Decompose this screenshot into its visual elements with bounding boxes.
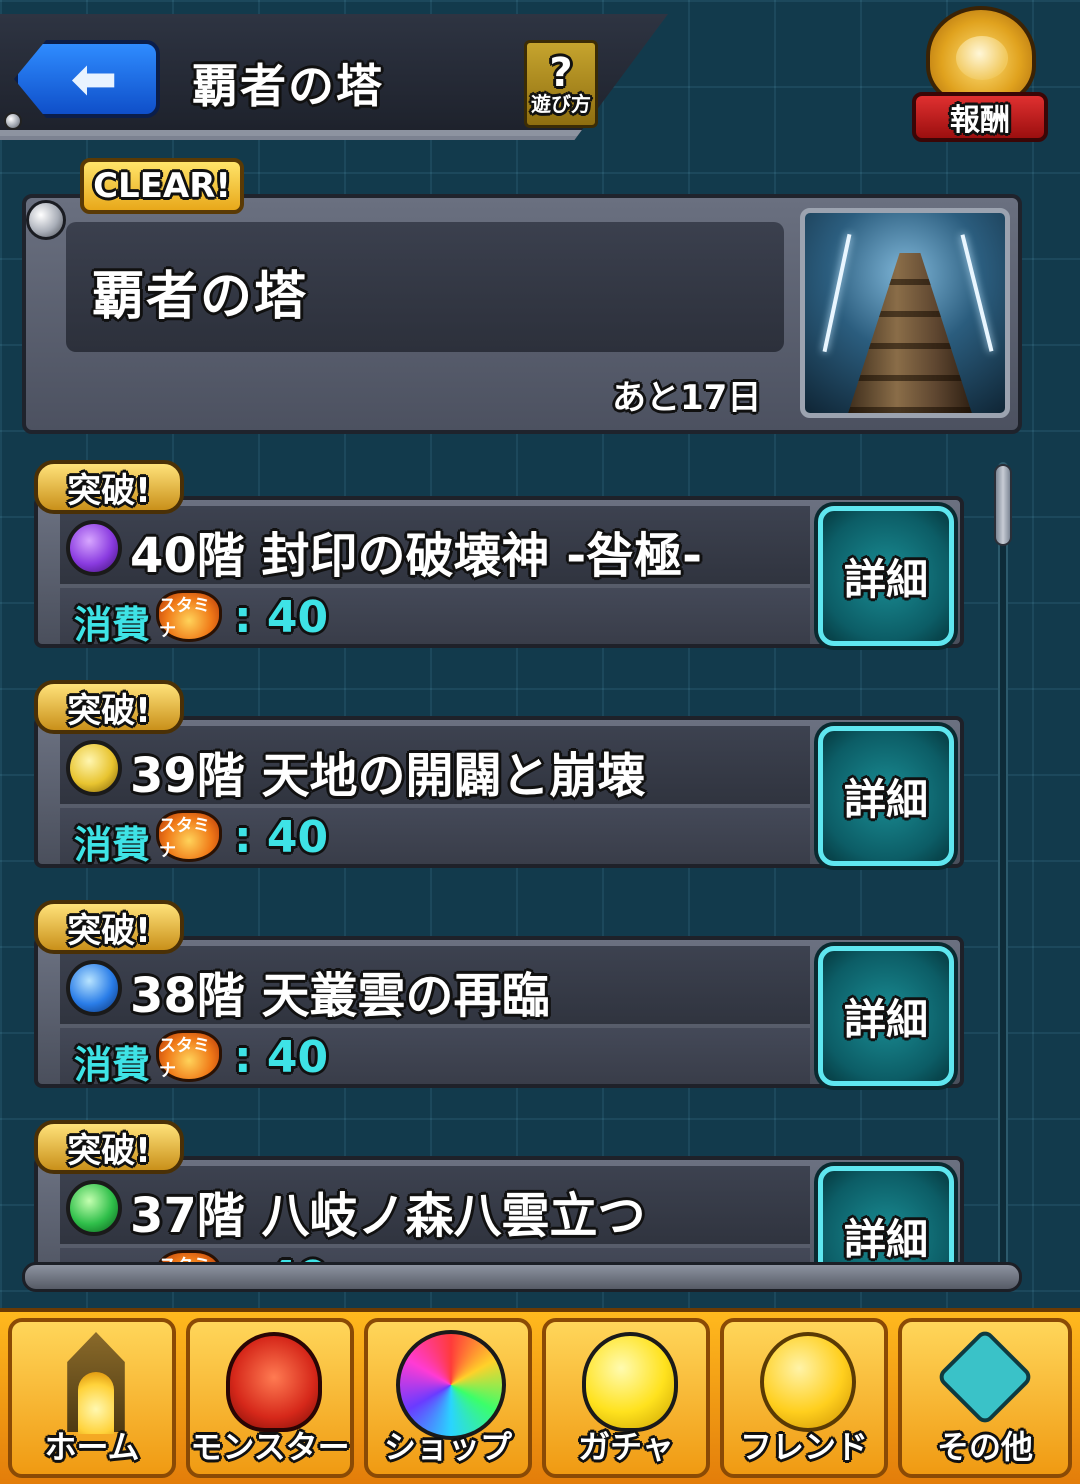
quest-remaining-days: あと17日 <box>612 378 762 418</box>
cost-value: : 40 <box>234 812 329 863</box>
monster-icon <box>226 1332 322 1432</box>
stamina-label: スタミナ <box>159 1036 210 1081</box>
breakthrough-badge: 突破! <box>34 460 184 514</box>
lightning-bolt <box>822 233 852 353</box>
floor-row[interactable]: 突破! 39階 天地の開闢と崩壊 消費 スタミナ : 40 詳細 <box>34 680 964 870</box>
detail-button[interactable]: 詳細 <box>818 506 954 646</box>
floor-row-body: 39階 天地の開闢と崩壊 消費 スタミナ : 40 詳細 <box>34 716 964 868</box>
nav-friend[interactable]: フレンド <box>720 1318 888 1478</box>
nav-label: モンスター <box>190 1428 350 1466</box>
breakthrough-badge: 突破! <box>34 1120 184 1174</box>
nav-monster[interactable]: モンスター <box>186 1318 354 1478</box>
stamina-icon: スタミナ <box>156 1030 222 1082</box>
nav-label: フレンド <box>739 1428 868 1466</box>
clear-badge: CLEAR! <box>80 158 244 214</box>
nav-label: その他 <box>936 1428 1033 1466</box>
dragon-emblem-icon <box>926 6 1036 106</box>
stamina-icon: スタミナ <box>156 810 222 862</box>
list-bottom-rail <box>22 1262 1022 1292</box>
floor-row-body: 40階 封印の破壊神 -咎極- 消費 スタミナ : 40 詳細 <box>34 496 964 648</box>
floor-row-body: 38階 天叢雲の再臨 消費 スタミナ : 40 詳細 <box>34 936 964 1088</box>
reward-button[interactable]: 報酬 <box>910 6 1050 144</box>
floor-title: 37階 八岐ノ森八雲立つ <box>130 1188 646 1244</box>
stamina-label: スタミナ <box>159 596 210 641</box>
cost-value: : 40 <box>234 592 329 643</box>
stamina-icon: スタミナ <box>156 590 222 642</box>
water-element-icon <box>66 960 122 1016</box>
cost-label: 消費 <box>74 1043 151 1087</box>
wood-element-icon <box>66 1180 122 1236</box>
nav-gacha[interactable]: ガチャ <box>542 1318 710 1478</box>
tower-bands <box>845 253 975 413</box>
nav-label: ホーム <box>44 1428 140 1466</box>
question-icon: ? <box>549 50 573 96</box>
breakthrough-badge: 突破! <box>34 900 184 954</box>
breakthrough-badge: 突破! <box>34 680 184 734</box>
nav-shop[interactable]: ショップ <box>364 1318 532 1478</box>
nav-label: ガチャ <box>578 1428 674 1466</box>
floor-title: 39階 天地の開闢と崩壊 <box>130 748 646 804</box>
detail-button[interactable]: 詳細 <box>818 946 954 1086</box>
back-arrow-icon: ⬅ <box>70 46 118 112</box>
scrollbar-track[interactable] <box>998 462 1008 1270</box>
howto-label: 遊び方 <box>531 92 591 116</box>
nav-label: ショップ <box>383 1428 512 1466</box>
quest-name: 覇者の塔 <box>92 267 309 327</box>
friends-icon <box>760 1332 856 1432</box>
lightning-bolt <box>960 234 994 352</box>
cost-label: 消費 <box>74 823 151 867</box>
nav-other[interactable]: その他 <box>898 1318 1072 1478</box>
floor-title: 38階 天叢雲の再臨 <box>130 968 550 1024</box>
egg-icon <box>582 1332 678 1432</box>
light-element-icon <box>66 740 122 796</box>
floor-row[interactable]: 突破! 38階 天叢雲の再臨 消費 スタミナ : 40 詳細 <box>34 900 964 1090</box>
page-title: 覇者の塔 <box>192 59 384 113</box>
floor-title: 40階 封印の破壊神 -咎極- <box>130 528 703 584</box>
detail-button[interactable]: 詳細 <box>818 726 954 866</box>
nav-home[interactable]: ホーム <box>8 1318 176 1478</box>
stamina-label: スタミナ <box>159 816 210 861</box>
bolt-decoration <box>4 112 22 130</box>
bolt-decoration <box>26 200 66 240</box>
dark-element-icon <box>66 520 122 576</box>
floor-list[interactable]: 突破! 40階 封印の破壊神 -咎極- 消費 スタミナ : 40 詳細 突破! … <box>22 440 1022 1280</box>
howto-button[interactable]: ? 遊び方 <box>524 40 598 128</box>
scrollbar-thumb[interactable] <box>994 464 1012 546</box>
other-icon <box>935 1327 1035 1427</box>
quest-thumbnail <box>800 208 1010 418</box>
cost-value: : 40 <box>234 1032 329 1083</box>
cost-label: 消費 <box>74 603 151 647</box>
floor-row[interactable]: 突破! 40階 封印の破壊神 -咎極- 消費 スタミナ : 40 詳細 <box>34 460 964 650</box>
floor-row[interactable]: 突破! 37階 八岐ノ森八雲立つ 消費 スタミナ : 40 詳細 <box>34 1120 964 1280</box>
reward-label: 報酬 <box>912 92 1048 142</box>
